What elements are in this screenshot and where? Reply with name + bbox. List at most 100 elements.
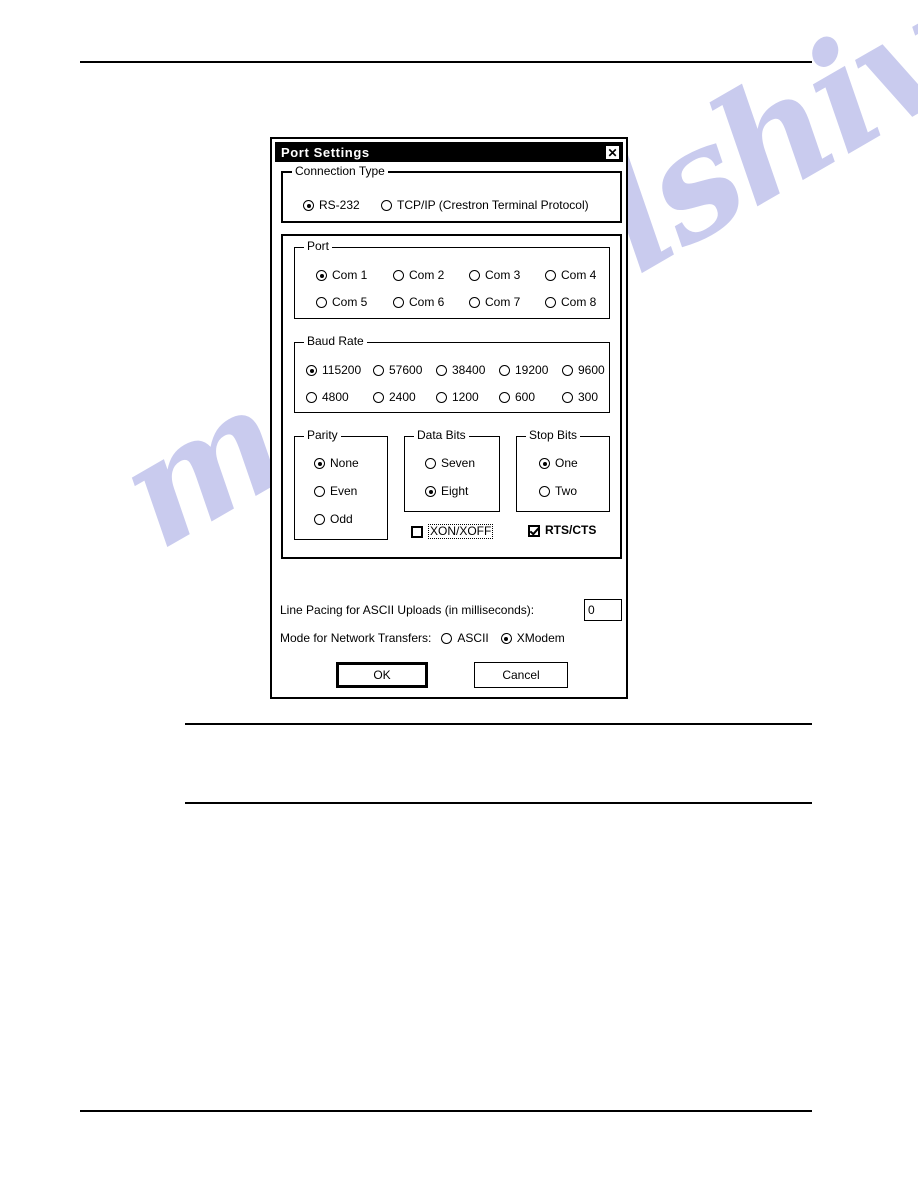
radio-baud-19200[interactable]: 19200: [499, 364, 548, 377]
option-label: Com 5: [332, 295, 368, 309]
option-label: 4800: [322, 390, 349, 404]
parity-group: Parity None Even Odd: [294, 429, 388, 540]
radio-mode-ascii[interactable]: ASCII: [441, 631, 489, 645]
radio-icon: [393, 270, 404, 281]
radio-parity-none[interactable]: None: [314, 457, 359, 470]
line-pacing-input[interactable]: [584, 599, 622, 621]
option-label: Com 8: [561, 295, 597, 309]
option-label: TCP/IP (Crestron Terminal Protocol): [397, 198, 589, 212]
radio-icon: [539, 458, 550, 469]
option-label: 1200: [452, 390, 479, 404]
radio-baud-9600[interactable]: 9600: [562, 364, 605, 377]
radio-icon: [469, 297, 480, 308]
radio-icon: [373, 365, 384, 376]
radio-baud-38400[interactable]: 38400: [436, 364, 485, 377]
option-label: Com 6: [409, 295, 445, 309]
radio-icon: [306, 392, 317, 403]
option-label: 600: [515, 390, 536, 404]
option-label: None: [330, 456, 359, 470]
radio-com-2[interactable]: Com 2: [393, 269, 444, 282]
radio-icon: [306, 365, 317, 376]
option-label: 57600: [389, 363, 423, 377]
port-legend: Port: [304, 240, 333, 253]
radio-icon: [499, 365, 510, 376]
parity-legend: Parity: [304, 429, 341, 442]
radio-com-8[interactable]: Com 8: [545, 296, 596, 309]
option-label: Odd: [330, 512, 353, 526]
radio-parity-even[interactable]: Even: [314, 485, 357, 498]
stop-bits-group: Stop Bits One Two: [516, 429, 610, 512]
radio-com-1[interactable]: Com 1: [316, 269, 367, 282]
page-rule-top: [80, 61, 812, 63]
radio-baud-300[interactable]: 300: [562, 391, 598, 404]
radio-baud-2400[interactable]: 2400: [373, 391, 416, 404]
checkbox-icon: [528, 524, 540, 537]
radio-icon: [562, 392, 573, 403]
radio-icon: [314, 486, 325, 497]
connection-type-legend: Connection Type: [292, 165, 388, 178]
port-settings-dialog: Port Settings ✕ Connection Type RS-232 T…: [270, 137, 628, 699]
radio-stop-bits-two[interactable]: Two: [539, 485, 577, 498]
data-bits-group: Data Bits Seven Eight: [404, 429, 500, 512]
radio-baud-1200[interactable]: 1200: [436, 391, 479, 404]
radio-data-bits-seven[interactable]: Seven: [425, 457, 475, 470]
radio-baud-57600[interactable]: 57600: [373, 364, 422, 377]
radio-icon: [314, 458, 325, 469]
radio-icon: [436, 365, 447, 376]
radio-parity-odd[interactable]: Odd: [314, 513, 353, 526]
data-bits-legend: Data Bits: [414, 429, 469, 442]
radio-data-bits-eight[interactable]: Eight: [425, 485, 468, 498]
radio-baud-600[interactable]: 600: [499, 391, 535, 404]
radio-icon: [425, 486, 436, 497]
option-label: ASCII: [457, 631, 489, 645]
ok-button[interactable]: OK: [336, 662, 428, 688]
dialog-titlebar: Port Settings ✕: [275, 142, 623, 162]
radio-rs232[interactable]: RS-232: [303, 199, 360, 212]
radio-icon: [545, 270, 556, 281]
radio-baud-4800[interactable]: 4800: [306, 391, 349, 404]
option-label: 2400: [389, 390, 416, 404]
dialog-title: Port Settings: [281, 144, 370, 160]
radio-com-5[interactable]: Com 5: [316, 296, 367, 309]
option-label: Com 2: [409, 268, 445, 282]
radio-icon: [539, 486, 550, 497]
close-x-icon[interactable]: ✕: [605, 144, 620, 160]
radio-com-6[interactable]: Com 6: [393, 296, 444, 309]
option-label: RTS/CTS: [545, 523, 597, 537]
checkbox-xon-xoff[interactable]: XON/XOFF: [411, 524, 494, 539]
radio-baud-115200[interactable]: 115200: [306, 364, 361, 377]
page-rule-bottom: [80, 1110, 812, 1112]
option-label: Com 3: [485, 268, 521, 282]
radio-icon: [562, 365, 573, 376]
option-label: 300: [578, 390, 599, 404]
radio-com-4[interactable]: Com 4: [545, 269, 596, 282]
radio-com-3[interactable]: Com 3: [469, 269, 520, 282]
option-label: Com 4: [561, 268, 597, 282]
radio-icon: [373, 392, 384, 403]
cancel-button[interactable]: Cancel: [474, 662, 568, 688]
checkbox-rts-cts[interactable]: RTS/CTS: [528, 524, 596, 537]
option-label: XModem: [516, 631, 565, 645]
radio-stop-bits-one[interactable]: One: [539, 457, 578, 470]
network-transfer-label: Mode for Network Transfers:: [280, 631, 432, 645]
radio-icon: [393, 297, 404, 308]
option-label: Even: [330, 484, 358, 498]
radio-icon: [303, 200, 314, 211]
line-pacing-label: Line Pacing for ASCII Uploads (in millis…: [280, 602, 535, 617]
settings-panel: Port Com 1 Com 2 Com 3 Com 4 Com 5 Com 6: [281, 234, 622, 559]
option-label: Com 7: [485, 295, 521, 309]
option-label: 9600: [578, 363, 605, 377]
page-rule-upper: [185, 723, 812, 725]
radio-mode-xmodem[interactable]: XModem: [500, 631, 565, 645]
option-label: XON/XOFF: [428, 524, 494, 539]
page-rule-lower: [185, 802, 812, 804]
radio-icon: [381, 200, 392, 211]
radio-icon: [441, 633, 453, 644]
radio-tcpip[interactable]: TCP/IP (Crestron Terminal Protocol): [381, 199, 589, 212]
stop-bits-legend: Stop Bits: [526, 429, 581, 442]
radio-com-7[interactable]: Com 7: [469, 296, 520, 309]
radio-icon: [500, 633, 512, 644]
option-label: One: [555, 456, 578, 470]
option-label: RS-232: [319, 198, 360, 212]
option-label: 115200: [322, 363, 362, 377]
